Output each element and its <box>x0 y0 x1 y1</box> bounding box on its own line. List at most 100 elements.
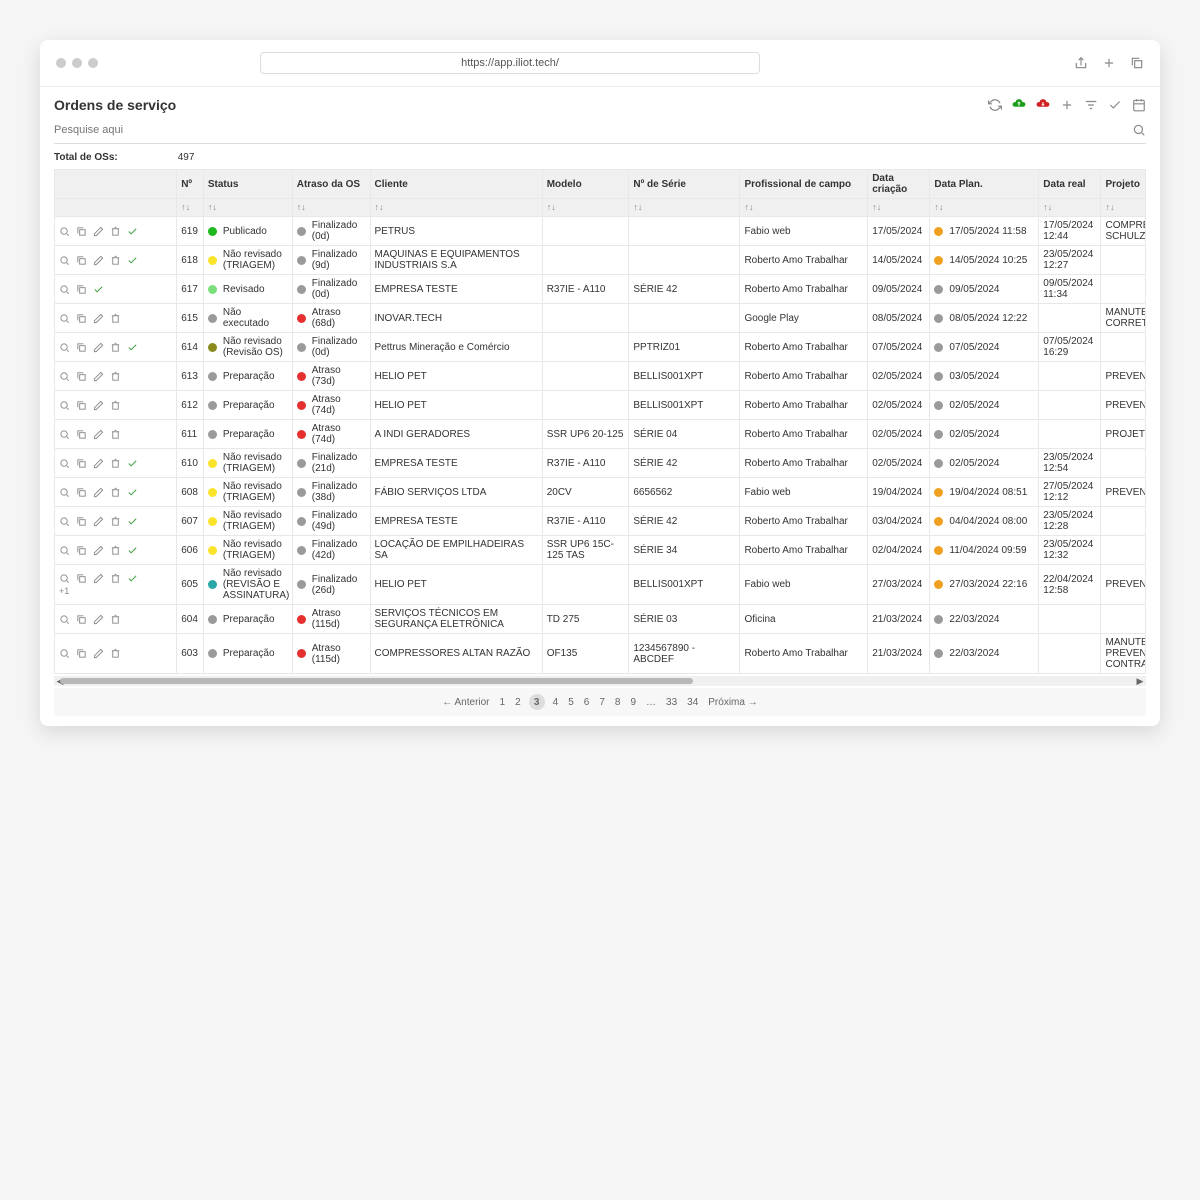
edit-icon[interactable] <box>93 255 104 266</box>
duplicate-icon[interactable] <box>76 516 87 527</box>
approve-icon[interactable] <box>127 545 138 556</box>
page-link[interactable]: 8 <box>613 697 623 708</box>
view-icon[interactable] <box>59 648 70 659</box>
page-link[interactable]: 4 <box>551 697 561 708</box>
col-header[interactable]: Data criação <box>868 170 930 199</box>
col-header[interactable]: Nº de Série <box>629 170 740 199</box>
approve-icon[interactable] <box>127 573 138 584</box>
copy-icon[interactable] <box>1130 56 1144 70</box>
view-icon[interactable] <box>59 487 70 498</box>
duplicate-icon[interactable] <box>76 371 87 382</box>
max-dot[interactable] <box>88 58 98 68</box>
page-link[interactable]: 1 <box>498 697 508 708</box>
approve-icon[interactable] <box>127 516 138 527</box>
col-sort[interactable] <box>55 199 177 217</box>
delete-icon[interactable] <box>110 313 121 324</box>
col-sort[interactable]: ↑↓ <box>1101 199 1146 217</box>
scroll-right-icon[interactable]: ▶ <box>1134 676 1146 687</box>
edit-icon[interactable] <box>93 342 104 353</box>
duplicate-icon[interactable] <box>76 284 87 295</box>
view-icon[interactable] <box>59 255 70 266</box>
view-icon[interactable] <box>59 400 70 411</box>
duplicate-icon[interactable] <box>76 429 87 440</box>
page-link[interactable]: 33 <box>664 697 679 708</box>
delete-icon[interactable] <box>110 400 121 411</box>
col-sort[interactable]: ↑↓ <box>868 199 930 217</box>
page-link[interactable]: 6 <box>582 697 592 708</box>
view-icon[interactable] <box>59 516 70 527</box>
edit-icon[interactable] <box>93 573 104 584</box>
next-page[interactable]: Próxima → <box>706 697 759 708</box>
delete-icon[interactable] <box>110 487 121 498</box>
col-sort[interactable]: ↑↓ <box>1039 199 1101 217</box>
approve-icon[interactable] <box>93 284 104 295</box>
col-header[interactable]: Profissional de campo <box>740 170 868 199</box>
duplicate-icon[interactable] <box>76 487 87 498</box>
edit-icon[interactable] <box>93 226 104 237</box>
duplicate-icon[interactable] <box>76 342 87 353</box>
col-header[interactable]: Status <box>203 170 292 199</box>
view-icon[interactable] <box>59 342 70 353</box>
col-sort[interactable]: ↑↓ <box>292 199 370 217</box>
delete-icon[interactable] <box>110 516 121 527</box>
min-dot[interactable] <box>72 58 82 68</box>
col-sort[interactable]: ↑↓ <box>740 199 868 217</box>
page-link[interactable]: 3 <box>529 694 545 710</box>
delete-icon[interactable] <box>110 648 121 659</box>
prev-page[interactable]: ← Anterior <box>440 697 491 708</box>
duplicate-icon[interactable] <box>76 648 87 659</box>
view-icon[interactable] <box>59 284 70 295</box>
delete-icon[interactable] <box>110 545 121 556</box>
duplicate-icon[interactable] <box>76 226 87 237</box>
add-icon[interactable] <box>1060 98 1074 112</box>
col-header[interactable]: Projeto <box>1101 170 1146 199</box>
view-icon[interactable] <box>59 226 70 237</box>
col-header[interactable]: Nº <box>177 170 204 199</box>
col-sort[interactable]: ↑↓ <box>930 199 1039 217</box>
refresh-icon[interactable] <box>988 98 1002 112</box>
page-link[interactable]: 2 <box>513 697 523 708</box>
duplicate-icon[interactable] <box>76 573 87 584</box>
approve-icon[interactable] <box>127 342 138 353</box>
delete-icon[interactable] <box>110 458 121 469</box>
close-dot[interactable] <box>56 58 66 68</box>
calendar-icon[interactable] <box>1132 98 1146 112</box>
page-link[interactable]: 7 <box>597 697 607 708</box>
col-sort[interactable]: ↑↓ <box>203 199 292 217</box>
edit-icon[interactable] <box>93 458 104 469</box>
upload-icon[interactable] <box>1012 98 1026 112</box>
view-icon[interactable] <box>59 458 70 469</box>
col-sort[interactable]: ↑↓ <box>177 199 204 217</box>
page-link[interactable]: 9 <box>628 697 638 708</box>
view-icon[interactable] <box>59 371 70 382</box>
duplicate-icon[interactable] <box>76 255 87 266</box>
delete-icon[interactable] <box>110 226 121 237</box>
view-icon[interactable] <box>59 313 70 324</box>
search-icon[interactable] <box>1132 123 1146 137</box>
view-icon[interactable] <box>59 545 70 556</box>
edit-icon[interactable] <box>93 614 104 625</box>
edit-icon[interactable] <box>93 648 104 659</box>
view-icon[interactable] <box>59 429 70 440</box>
duplicate-icon[interactable] <box>76 545 87 556</box>
col-header[interactable] <box>55 170 177 199</box>
edit-icon[interactable] <box>93 313 104 324</box>
approve-icon[interactable] <box>127 255 138 266</box>
col-header[interactable]: Modelo <box>542 170 629 199</box>
download-icon[interactable] <box>1036 98 1050 112</box>
edit-icon[interactable] <box>93 516 104 527</box>
edit-icon[interactable] <box>93 400 104 411</box>
duplicate-icon[interactable] <box>76 313 87 324</box>
approve-icon[interactable] <box>127 226 138 237</box>
col-sort[interactable]: ↑↓ <box>542 199 629 217</box>
delete-icon[interactable] <box>110 429 121 440</box>
h-scrollbar[interactable]: ◀ ▶ <box>54 676 1146 686</box>
delete-icon[interactable] <box>110 255 121 266</box>
scroll-thumb[interactable] <box>60 678 693 684</box>
edit-icon[interactable] <box>93 545 104 556</box>
edit-icon[interactable] <box>93 429 104 440</box>
share-icon[interactable] <box>1074 56 1088 70</box>
filter-icon[interactable] <box>1084 98 1098 112</box>
view-icon[interactable] <box>59 573 70 584</box>
edit-icon[interactable] <box>93 371 104 382</box>
